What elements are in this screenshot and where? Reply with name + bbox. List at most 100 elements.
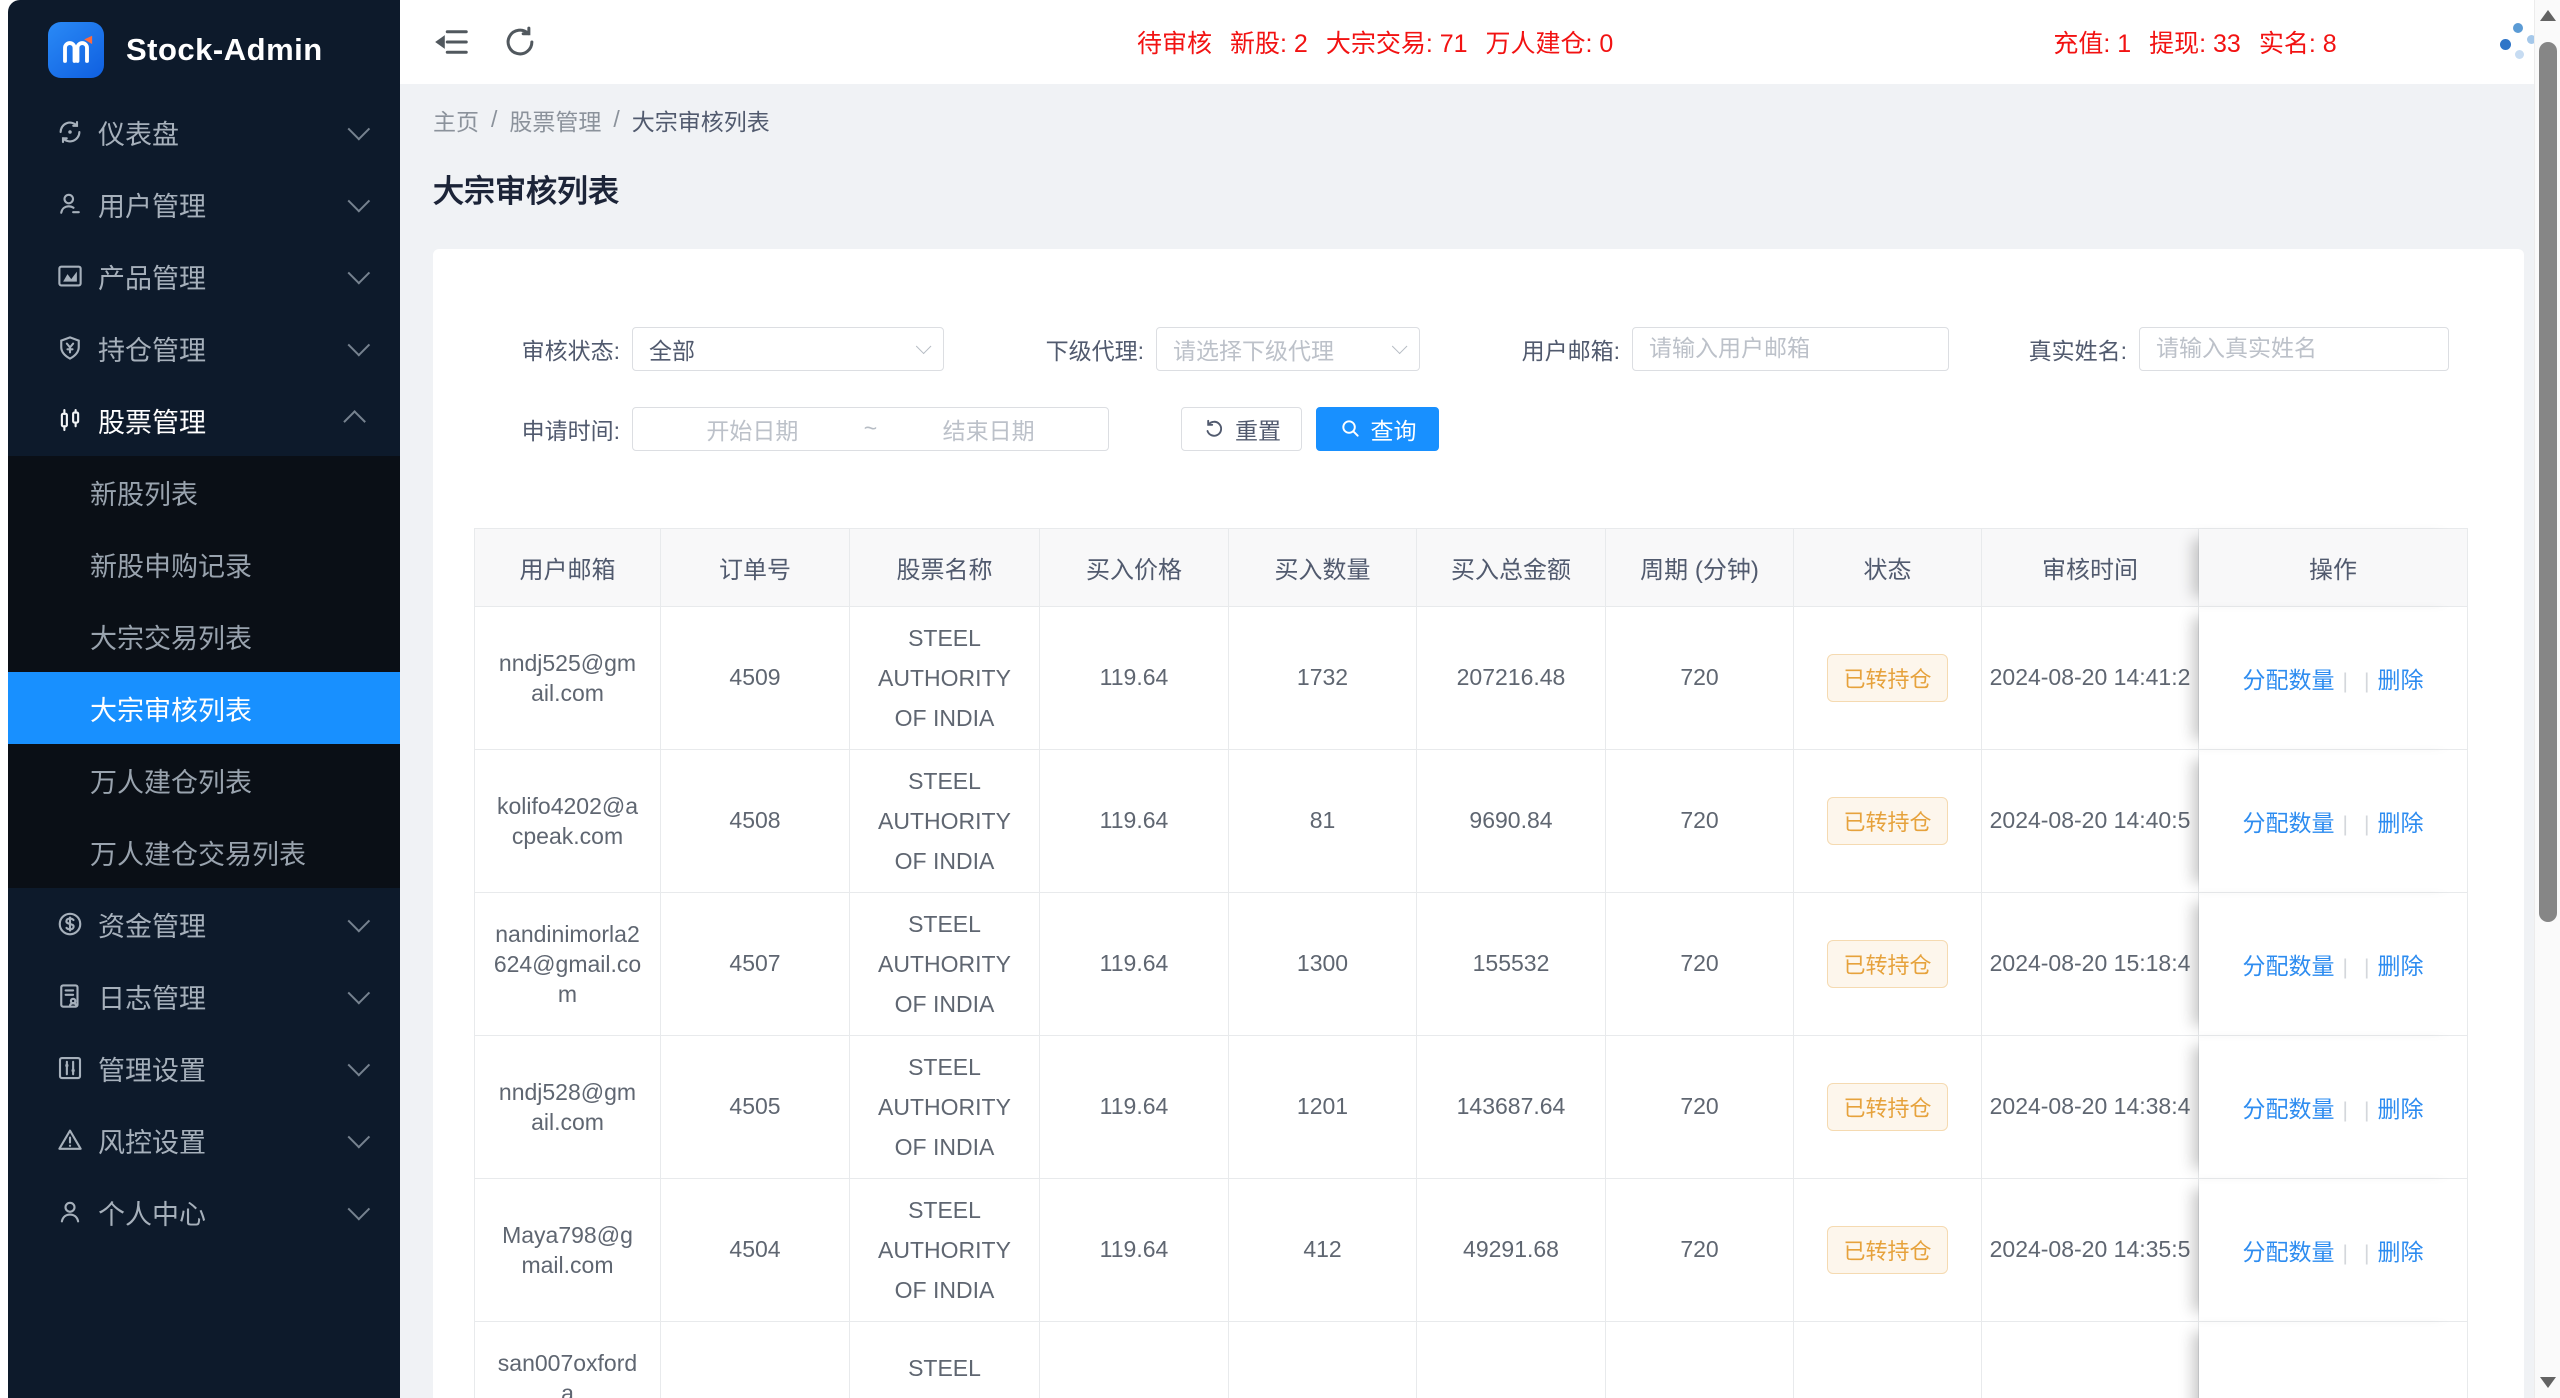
notification-dots-icon[interactable] (2497, 20, 2534, 64)
cell-total: 9690.84 (1417, 750, 1606, 893)
sidebar-item-label: 产品管理 (98, 257, 206, 296)
stocks-submenu: 新股列表 新股申购记录 大宗交易列表 大宗审核列表 万人建仓列表 (8, 456, 400, 888)
agent-select[interactable]: 请选择下级代理 (1156, 327, 1420, 371)
sidebar-item-dashboard[interactable]: 仪表盘 (8, 96, 400, 168)
chevron-down-icon (916, 339, 932, 355)
delete-link[interactable]: 删除 (2377, 953, 2423, 979)
cell-audit-time: 2024-08-20 14:38:4 (1982, 1036, 2199, 1179)
agent-select-placeholder: 请选择下级代理 (1173, 332, 1334, 366)
table-header-row: 用户邮箱 订单号 股票名称 买入价格 买入数量 买入总金额 周期 (分钟) 状态… (475, 529, 2468, 607)
chevron-down-icon (348, 334, 371, 357)
col-header-period: 周期 (分钟) (1606, 529, 1794, 607)
stat-crowd-position: 万人建仓: 0 (1486, 24, 1614, 60)
email-filter-label: 用户邮箱: (1508, 332, 1620, 366)
sidebar-item-admin-settings[interactable]: 管理设置 (8, 1032, 400, 1104)
submenu-item-new-stock-list[interactable]: 新股列表 (8, 456, 400, 528)
scrollbar-thumb[interactable] (2539, 42, 2557, 922)
status-select-value: 全部 (649, 332, 695, 366)
vertical-scrollbar[interactable] (2534, 0, 2560, 1398)
table-row: Maya798@gmail.com 4504 STEEL AUTHORITY O… (475, 1179, 2468, 1322)
cell-period: 720 (1606, 893, 1794, 1036)
cell-audit-time: 2024-08-20 14:41:2 (1982, 607, 2199, 750)
pending-label: 待审核 (1137, 24, 1212, 60)
sidebar-item-funds[interactable]: 资金管理 (8, 888, 400, 960)
col-header-actions: 操作 (2199, 529, 2468, 607)
cell-audit-time: 2024-08-20 15:18:4 (1982, 893, 2199, 1036)
reset-button[interactable]: 重置 (1181, 407, 1302, 451)
submenu-item-block-trade-list[interactable]: 大宗交易列表 (8, 600, 400, 672)
sidebar-item-logs[interactable]: 日志管理 (8, 960, 400, 1032)
sidebar-item-positions[interactable]: 持仓管理 (8, 312, 400, 384)
stock-candlestick-icon (54, 404, 86, 436)
sidebar-item-users[interactable]: 用户管理 (8, 168, 400, 240)
sidebar-item-products[interactable]: 产品管理 (8, 240, 400, 312)
status-filter-label: 审核状态: (508, 332, 620, 366)
status-badge: 已转持仓 (1827, 940, 1947, 988)
breadcrumb-separator: / (491, 106, 497, 133)
date-range-picker[interactable]: 开始日期 ~ 结束日期 (632, 407, 1109, 451)
breadcrumb-separator: / (613, 106, 619, 133)
scroll-down-arrow-icon[interactable] (2540, 1377, 2556, 1388)
assign-qty-link[interactable]: 分配数量 (2243, 953, 2335, 979)
assign-qty-link[interactable]: 分配数量 (2243, 667, 2335, 693)
cell-order: 4509 (661, 607, 850, 750)
collapse-sidebar-icon[interactable] (433, 23, 471, 61)
sidebar-item-label: 个人中心 (98, 1193, 206, 1232)
chevron-down-icon (348, 262, 371, 285)
money-circle-icon (54, 908, 86, 940)
delete-link[interactable]: 删除 (2377, 1239, 2423, 1265)
cell-email: nndj525@gmail.com (475, 607, 661, 750)
cell-qty: 412 (1229, 1179, 1417, 1322)
reset-icon (1202, 417, 1226, 441)
cell-price: 119.64 (1040, 1179, 1229, 1322)
sidebar: Stock-Admin 仪表盘 (0, 0, 400, 1398)
realname-input[interactable] (2156, 335, 2432, 362)
query-button[interactable]: 查询 (1316, 407, 1439, 451)
content-card: 审核状态: 全部 下级代理: 请选择下级代理 用户邮箱: 真实姓名: (433, 249, 2524, 1398)
sidebar-item-profile[interactable]: 个人中心 (8, 1176, 400, 1248)
cell-email: kolifo4202@acpeak.com (475, 750, 661, 893)
col-header-status: 状态 (1794, 529, 1982, 607)
sidebar-item-label: 持仓管理 (98, 329, 206, 368)
cell-actions: 分配数量||删除 (2199, 750, 2468, 893)
chevron-down-icon (348, 190, 371, 213)
col-header-price: 买入价格 (1040, 529, 1229, 607)
log-document-icon (54, 980, 86, 1012)
delete-link[interactable]: 删除 (2377, 810, 2423, 836)
email-input[interactable] (1649, 335, 1932, 362)
cell-stock: STEEL AUTHORITY OF INDIA (850, 750, 1040, 893)
submenu-item-ipo-records[interactable]: 新股申购记录 (8, 528, 400, 600)
search-icon (1339, 417, 1362, 440)
date-range-separator: ~ (858, 415, 883, 442)
delete-link[interactable]: 删除 (2377, 667, 2423, 693)
cell-period: 720 (1606, 1179, 1794, 1322)
app-logo[interactable]: Stock-Admin (8, 0, 400, 100)
assign-qty-link[interactable]: 分配数量 (2243, 1096, 2335, 1122)
status-select[interactable]: 全部 (632, 327, 944, 371)
breadcrumb-current: 大宗审核列表 (632, 103, 770, 137)
sidebar-item-risk-settings[interactable]: 风控设置 (8, 1104, 400, 1176)
cell-status: 已转持仓 (1794, 1036, 1982, 1179)
assign-qty-link[interactable]: 分配数量 (2243, 810, 2335, 836)
submenu-item-crowd-position-list[interactable]: 万人建仓列表 (8, 744, 400, 816)
query-button-label: 查询 (1371, 412, 1417, 446)
pending-audit-stats: 待审核 新股: 2 大宗交易: 71 万人建仓: 0 (1137, 24, 1613, 60)
breadcrumb-home[interactable]: 主页 (433, 103, 479, 137)
refresh-icon[interactable] (501, 23, 539, 61)
cell-status: 已转持仓 (1794, 893, 1982, 1036)
sidebar-item-label: 管理设置 (98, 1049, 206, 1088)
cell-audit-time: 2024-08-20 14:35:5 (1982, 1179, 2199, 1322)
assign-qty-link[interactable]: 分配数量 (2243, 1239, 2335, 1265)
delete-link[interactable]: 删除 (2377, 1096, 2423, 1122)
apply-time-filter-label: 申请时间: (508, 412, 620, 446)
submenu-item-crowd-trade-list[interactable]: 万人建仓交易列表 (8, 816, 400, 888)
chevron-down-icon (348, 118, 371, 141)
submenu-item-block-audit-list[interactable]: 大宗审核列表 (8, 672, 400, 744)
sidebar-item-stocks[interactable]: 股票管理 (8, 384, 400, 456)
cell-audit-time (1982, 1322, 2199, 1398)
breadcrumb-stocks[interactable]: 股票管理 (509, 103, 601, 137)
cell-status: 已转持仓 (1794, 750, 1982, 893)
cell-qty: 1201 (1229, 1036, 1417, 1179)
name-filter-label: 真实姓名: (2015, 332, 2127, 366)
scroll-up-arrow-icon[interactable] (2540, 10, 2556, 21)
